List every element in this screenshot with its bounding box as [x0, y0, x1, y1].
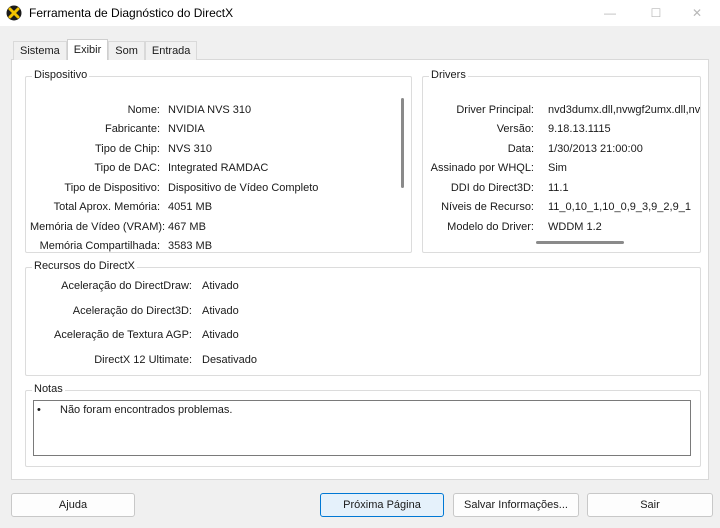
device-name-value: NVIDIA NVS 310 [168, 104, 252, 116]
next-page-button[interactable]: Próxima Página [320, 493, 444, 517]
device-type-value: Dispositivo de Vídeo Completo [168, 182, 319, 194]
driver-feature-levels-label: Níveis de Recurso: [441, 201, 534, 213]
driver-main-value: nvd3dumx.dll,nvwgf2umx.dll,nv [548, 104, 700, 116]
drivers-group-title: Drivers [429, 69, 468, 81]
driver-model-value: WDDM 1.2 [548, 221, 602, 233]
directx-features-group-title: Recursos do DirectX [32, 260, 137, 272]
tab-strip: Sistema Exibir Som Entrada [13, 39, 198, 60]
window-title: Ferramenta de Diagnóstico do DirectX [29, 6, 234, 20]
device-manufacturer-label: Fabricante: [104, 123, 160, 135]
notes-bullet: • [37, 404, 41, 416]
driver-version-value: 9.18.13.1115 [548, 123, 611, 135]
directx-x-icon [6, 5, 22, 21]
device-chip-value: NVS 310 [168, 143, 213, 155]
help-button[interactable]: Ajuda [11, 493, 135, 517]
driver-model-label: Modelo do Driver: [447, 221, 534, 233]
driver-main-label: Driver Principal: [456, 104, 534, 116]
driver-date-value: 1/30/2013 21:00:00 [548, 143, 643, 155]
tab-exibir[interactable]: Exibir [66, 39, 109, 60]
device-vram-value: 467 MB [168, 221, 206, 233]
save-info-button[interactable]: Salvar Informações... [453, 493, 579, 517]
notes-group-title: Notas [32, 383, 65, 395]
device-dac-value: Integrated RAMDAC [168, 162, 269, 174]
driver-whql-label: Assinado por WHQL: [430, 162, 534, 174]
driver-ddi-value: 11.1 [548, 182, 569, 194]
device-vertical-scrollbar[interactable] [401, 98, 404, 188]
tab-som[interactable]: Som [108, 41, 145, 60]
device-total-memory-value: 4051 MB [168, 201, 213, 213]
driver-date-label: Data: [507, 143, 534, 155]
device-shared-memory-label: Memória Compartilhada: [39, 240, 160, 252]
device-manufacturer-value: NVIDIA [168, 123, 205, 135]
title-bar: Ferramenta de Diagnóstico do DirectX — ☐… [0, 0, 720, 26]
driver-ddi-label: DDI do Direct3D: [450, 182, 534, 194]
tab-sistema[interactable]: Sistema [13, 41, 67, 60]
direct3d-acceleration-label: Aceleração do Direct3D: [72, 305, 192, 317]
minimize-button[interactable]: — [587, 0, 633, 26]
agp-texture-acceleration-value: Ativado [202, 329, 239, 341]
device-type-label: Tipo de Dispositivo: [64, 182, 160, 194]
directx12-ultimate-value: Desativado [202, 354, 258, 366]
drivers-horizontal-scrollbar[interactable] [536, 241, 624, 244]
device-group-title: Dispositivo [32, 69, 90, 81]
device-shared-memory-value: 3583 MB [168, 240, 213, 252]
notes-text: Não foram encontrados problemas. [60, 404, 233, 416]
directdraw-acceleration-label: Aceleração do DirectDraw: [61, 280, 192, 292]
maximize-button[interactable]: ☐ [633, 0, 679, 26]
driver-feature-levels-value: 11_0,10_1,10_0,9_3,9_2,9_1 [548, 201, 691, 213]
device-total-memory-label: Total Aprox. Memória: [53, 201, 160, 213]
device-chip-label: Tipo de Chip: [94, 143, 160, 155]
directdraw-acceleration-value: Ativado [202, 280, 239, 292]
directx12-ultimate-label: DirectX 12 Ultimate: [94, 354, 192, 366]
driver-version-label: Versão: [496, 123, 534, 135]
close-icon: ✕ [691, 6, 703, 20]
device-name-label: Nome: [127, 104, 160, 116]
maximize-icon: ☐ [650, 6, 662, 20]
exit-button[interactable]: Sair [587, 493, 713, 517]
device-vram-label: Memória de Vídeo (VRAM): [30, 221, 166, 233]
direct3d-acceleration-value: Ativado [202, 305, 239, 317]
close-button[interactable]: ✕ [674, 0, 720, 26]
agp-texture-acceleration-label: Aceleração de Textura AGP: [54, 329, 192, 341]
minimize-icon: — [604, 6, 616, 20]
tab-entrada[interactable]: Entrada [144, 41, 198, 60]
driver-whql-value: Sim [548, 162, 567, 174]
device-dac-label: Tipo de DAC: [94, 162, 160, 174]
